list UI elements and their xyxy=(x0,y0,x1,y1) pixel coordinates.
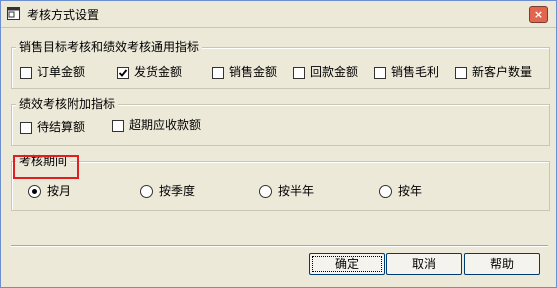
dialog-body: 销售目标考核和绩效考核通用指标 订单金额 发货金额 销售金额 回款金额 销售毛利… xyxy=(1,28,556,287)
radio-label: 按年 xyxy=(398,184,423,198)
general-metrics-title: 销售目标考核和绩效考核通用指标 xyxy=(16,40,203,54)
radio-circle[interactable] xyxy=(259,185,272,198)
checkbox-box[interactable] xyxy=(20,67,32,79)
radio-selected-dot xyxy=(32,189,37,194)
ok-button[interactable]: 确定 xyxy=(309,253,385,275)
radio-label: 按季度 xyxy=(159,184,196,198)
checkbox-label: 发货金额 xyxy=(134,65,183,79)
checkbox-box[interactable] xyxy=(293,67,305,79)
checkbox-box[interactable] xyxy=(112,120,124,132)
checkbox-label: 回款金额 xyxy=(310,65,359,79)
extra-metrics-group: 绩效考核附加指标 待结算额 超期应收款额 xyxy=(11,97,550,146)
general-metrics-group: 销售目标考核和绩效考核通用指标 订单金额 发货金额 销售金额 回款金额 销售毛利… xyxy=(11,40,550,89)
radio-circle[interactable] xyxy=(140,185,153,198)
checkbox-label: 超期应收款额 xyxy=(129,118,202,132)
title-bar[interactable]: 考核方式设置 × xyxy=(1,1,556,28)
help-button[interactable]: 帮助 xyxy=(464,253,540,275)
checkbox-box[interactable] xyxy=(455,67,467,79)
extra-metrics-title: 绩效考核附加指标 xyxy=(16,97,119,111)
checkbox-label: 待结算额 xyxy=(37,120,86,134)
close-icon: × xyxy=(533,8,544,21)
cancel-button[interactable]: 取消 xyxy=(386,253,462,275)
checkbox-label: 销售金额 xyxy=(229,65,278,79)
checkbox-label: 新客户数量 xyxy=(472,65,533,79)
separator-line xyxy=(11,245,548,247)
window-app-icon xyxy=(7,7,20,20)
radio-circle[interactable] xyxy=(379,185,392,198)
settings-dialog: 考核方式设置 × 销售目标考核和绩效考核通用指标 订单金额 发货金额 销售金额 … xyxy=(0,0,557,288)
checkbox-box[interactable] xyxy=(117,67,129,79)
checkbox-label: 订单金额 xyxy=(37,65,86,79)
checkbox-box[interactable] xyxy=(212,67,224,79)
checkbox-label: 销售毛利 xyxy=(391,65,440,79)
window-title: 考核方式设置 xyxy=(27,8,100,22)
period-group: 考核期间 按月 按季度 按半年 按年 xyxy=(11,154,550,211)
close-button[interactable]: × xyxy=(529,6,548,23)
radio-label: 按半年 xyxy=(278,184,315,198)
checkmark-icon xyxy=(118,69,128,77)
checkbox-box[interactable] xyxy=(20,122,32,134)
radio-circle[interactable] xyxy=(28,185,41,198)
checkbox-box[interactable] xyxy=(374,67,386,79)
period-highlight-box xyxy=(13,155,79,179)
radio-label: 按月 xyxy=(47,184,72,198)
